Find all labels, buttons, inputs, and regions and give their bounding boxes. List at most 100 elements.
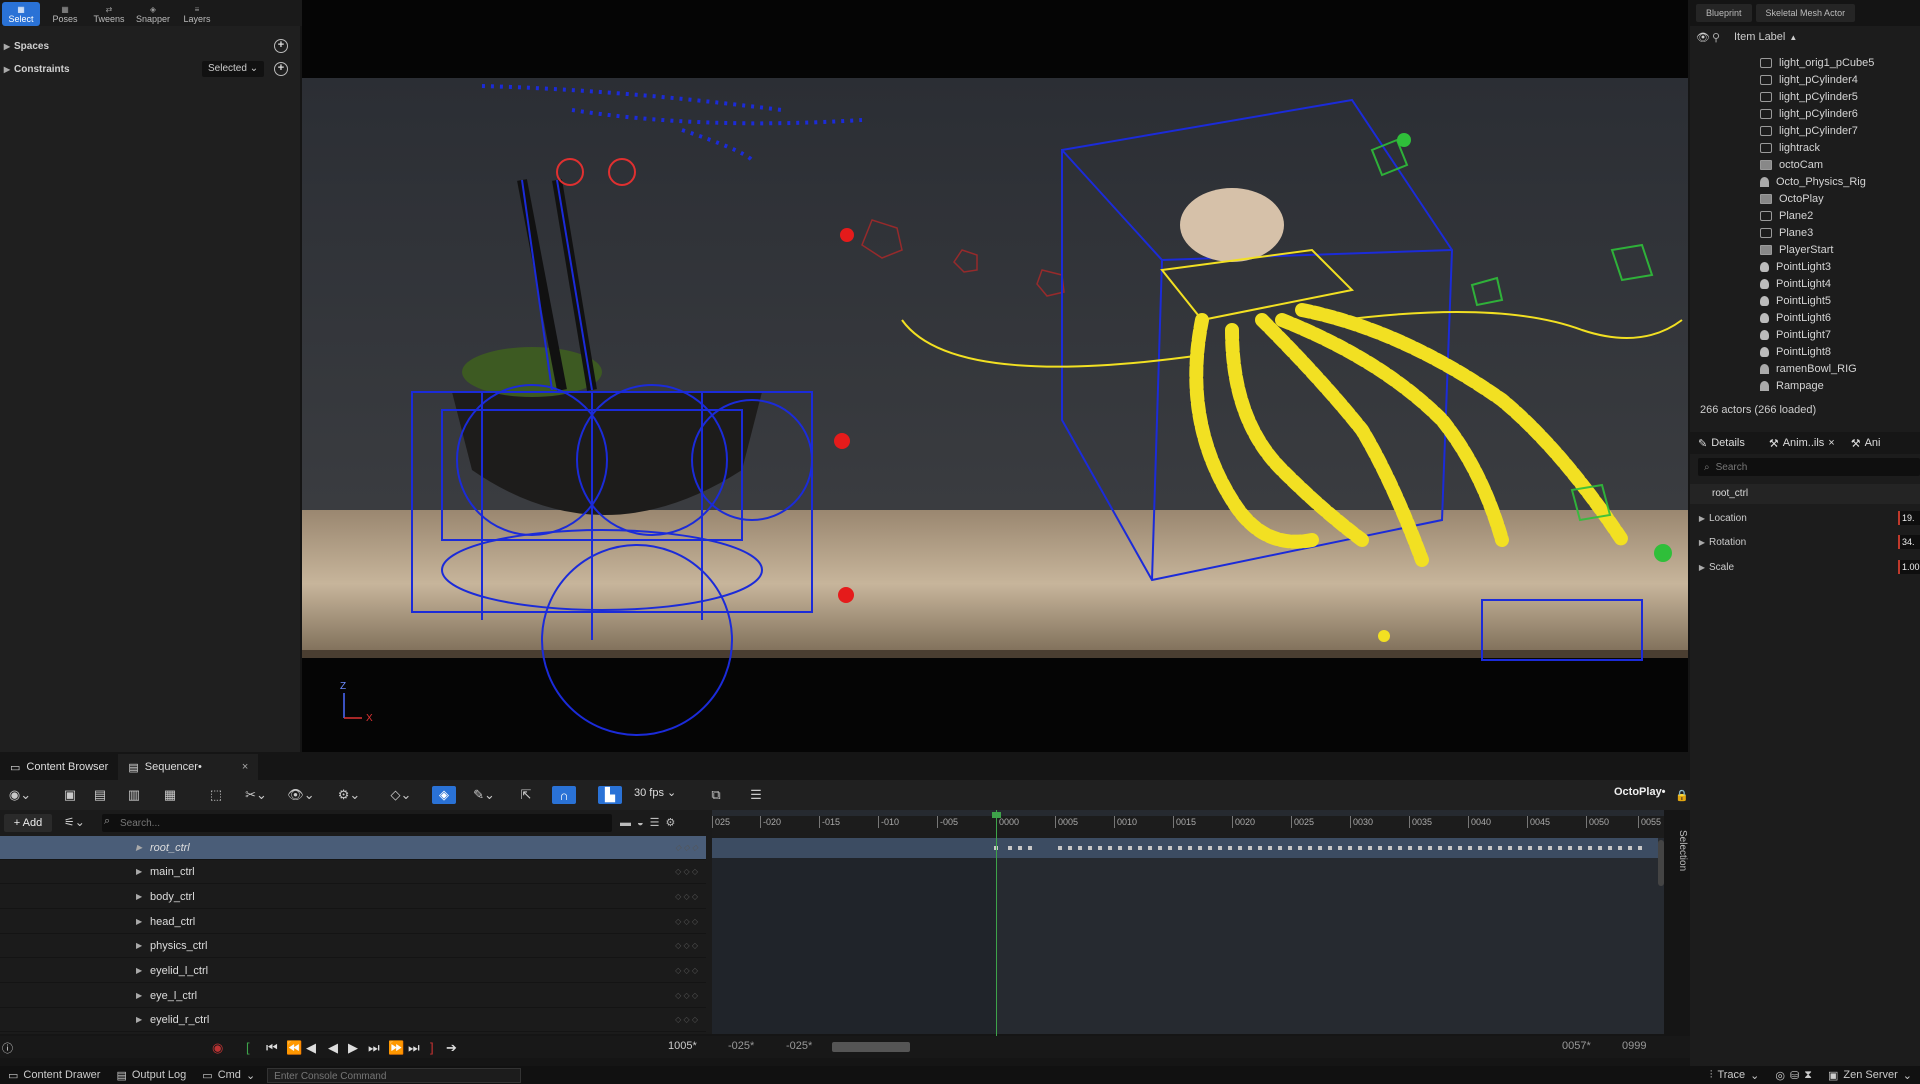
outliner-item[interactable]: lightrack (1760, 139, 1920, 156)
add-constraint-button[interactable]: + (274, 62, 288, 76)
outliner-item[interactable]: light_pCylinder6 (1760, 105, 1920, 122)
spaces-section[interactable]: ▶ Spaces + (0, 35, 300, 57)
key-nav-icons[interactable]: ◇ ◇ ◇ (675, 941, 698, 950)
loop-button[interactable]: ➔ (446, 1040, 457, 1056)
snap-magnet-icon[interactable]: ∩ (552, 786, 576, 804)
play-button[interactable]: ▶ (348, 1040, 358, 1056)
item-label-column[interactable]: Item Label (1734, 31, 1785, 43)
level-viewport[interactable]: Z X (302, 0, 1688, 752)
poses-mode-button[interactable]: ▦ Poses (46, 2, 84, 26)
layers-mode-button[interactable]: ≡ Layers (178, 2, 216, 26)
close-icon[interactable]: × (1828, 437, 1834, 449)
cursor-icon[interactable]: ⇱ (518, 786, 534, 804)
outliner-item[interactable]: PointLight7 (1760, 326, 1920, 343)
snap-frames-icon[interactable]: ▙ (598, 786, 622, 804)
outliner-item[interactable]: PointLight3 (1760, 258, 1920, 275)
outliner-item[interactable]: ramenBowl_RIG (1760, 360, 1920, 377)
previous-key-button[interactable]: ⏪ (286, 1040, 302, 1056)
trace-dropdown[interactable]: ⫶ Trace ⌄ (1702, 1069, 1768, 1082)
sequencer-tab[interactable]: ▤ Sequencer• × (118, 754, 259, 780)
selected-track-lane[interactable] (712, 838, 1658, 858)
edit-mode-icon[interactable]: ✎⌄ (470, 786, 498, 804)
track-row[interactable]: ▶ eyelid_l_ctrl ◇ ◇ ◇ (0, 959, 706, 983)
snapper-mode-button[interactable]: ◈ Snapper (134, 2, 172, 26)
pin-icon[interactable]: ⚲ (1712, 31, 1728, 44)
outliner-item[interactable]: light_pCylinder5 (1760, 88, 1920, 105)
filter-icon[interactable]: ⚟⌄ (64, 815, 85, 829)
curve-editor-icon[interactable]: ⬚ (208, 786, 224, 804)
view-start-field[interactable]: -025* (728, 1040, 754, 1052)
details-tab[interactable]: ✎ Details (1690, 437, 1753, 450)
key-nav-icons[interactable]: ◇ ◇ ◇ (675, 843, 698, 852)
key-nav-icons[interactable]: ◇ ◇ ◇ (675, 966, 698, 975)
select-mode-button[interactable]: ▦ Select (2, 2, 40, 26)
key-nav-icons[interactable]: ◇ ◇ ◇ (675, 917, 698, 926)
view-options-icon[interactable]: 👁⌄ (286, 786, 316, 804)
close-icon[interactable]: × (242, 761, 248, 773)
fps-dropdown[interactable]: 30 fps ⌄ (634, 786, 676, 799)
constraints-section[interactable]: ▶ Constraints Selected ⌄ + (0, 58, 300, 80)
outliner-item[interactable]: PointLight4 (1760, 275, 1920, 292)
render-movie-icon[interactable]: ▥ (126, 786, 142, 804)
outliner-item[interactable]: PointLight5 (1760, 292, 1920, 309)
outliner-item[interactable]: PlayerStart (1760, 241, 1920, 258)
list-options-icon[interactable]: ☰ (748, 786, 764, 804)
output-log-button[interactable]: ▤ Output Log (108, 1069, 194, 1082)
playback-start-field[interactable]: -025* (786, 1040, 812, 1052)
content-drawer-button[interactable]: ▭ Content Drawer (0, 1069, 108, 1082)
graph-icon[interactable]: ⧉ (708, 786, 724, 804)
anim-details-tab[interactable]: ⚒ Anim..ils × (1761, 437, 1843, 450)
console-command-input[interactable]: Enter Console Command (267, 1067, 522, 1083)
clapper-icon[interactable]: ▦ (160, 786, 180, 804)
playhead-handle[interactable] (992, 812, 1001, 818)
outliner-item[interactable]: light_orig1_pCube5 (1760, 54, 1920, 71)
details-search-input[interactable]: ⌕ Search (1698, 458, 1920, 476)
next-key-button[interactable]: ⏩ (388, 1040, 404, 1056)
jump-to-end-button[interactable]: ⏭ (408, 1040, 420, 1056)
playhead[interactable] (996, 810, 997, 1036)
save-icon[interactable]: ▣ (62, 786, 78, 804)
skeletal-mesh-actor-tab[interactable]: Skeletal Mesh Actor (1755, 4, 1856, 22)
timeline-vertical-scrollbar[interactable] (1658, 840, 1664, 886)
key-nav-icons[interactable]: ◇ ◇ ◇ (675, 892, 698, 901)
rotation-row[interactable]: ▶ Rotation 34. (1690, 531, 1920, 553)
timeline-horizontal-scrollbar[interactable] (832, 1042, 910, 1052)
play-reverse-button[interactable]: ◀ (328, 1040, 338, 1056)
playback-end-field[interactable]: 0999 (1622, 1040, 1646, 1052)
blueprint-tab[interactable]: Blueprint (1696, 4, 1752, 22)
outliner-item[interactable]: PointLight8 (1760, 343, 1920, 360)
playback-options-icon[interactable]: ⚙⌄ (334, 786, 364, 804)
outliner-item[interactable]: light_pCylinder4 (1760, 71, 1920, 88)
anim-tab-overflow[interactable]: ⚒ Ani (1843, 437, 1889, 450)
add-space-button[interactable]: + (274, 39, 288, 53)
record-button[interactable]: ◉ (212, 1040, 223, 1056)
status-icons[interactable]: ◎ ⛁ ⧗ (1767, 1069, 1820, 1082)
track-row[interactable]: ▶ main_ctrl ◇ ◇ ◇ (0, 860, 706, 884)
track-row[interactable]: ▶ head_ctrl ◇ ◇ ◇ (0, 910, 706, 934)
key-nav-icons[interactable]: ◇ ◇ ◇ (675, 991, 698, 1000)
track-view-options[interactable]: ▬◒☰⚙ (620, 816, 681, 829)
scale-row[interactable]: ▶ Scale 1.00 (1690, 556, 1920, 578)
view-end-field[interactable]: 0057* (1562, 1040, 1591, 1052)
outliner-item[interactable]: Plane3 (1760, 224, 1920, 241)
zen-server-dropdown[interactable]: ▣ Zen Server ⌄ (1820, 1069, 1920, 1082)
track-row[interactable]: ▶ physics_ctrl ◇ ◇ ◇ (0, 934, 706, 958)
track-search-input[interactable]: Search... (102, 814, 612, 832)
outliner-item[interactable]: light_pCylinder7 (1760, 122, 1920, 139)
find-in-browser-icon[interactable]: ▤ (92, 786, 108, 804)
tweens-mode-button[interactable]: ⇄ Tweens (90, 2, 128, 26)
tools-dropdown-icon[interactable]: ✂⌄ (242, 786, 270, 804)
key-nav-icons[interactable]: ◇ ◇ ◇ (675, 867, 698, 876)
outliner-item[interactable]: PointLight6 (1760, 309, 1920, 326)
scale-x-field[interactable]: 1.00 (1898, 560, 1920, 574)
key-nav-icons[interactable]: ◇ ◇ ◇ (675, 1015, 698, 1024)
rotation-x-field[interactable]: 34. (1898, 535, 1920, 549)
content-browser-tab[interactable]: ▭ Content Browser (0, 754, 118, 780)
outliner-item[interactable]: Plane2 (1760, 207, 1920, 224)
track-row[interactable]: ▶ eyelid_r_ctrl ◇ ◇ ◇ (0, 1008, 706, 1032)
track-row[interactable]: ▶ root_ctrl ◇ ◇ ◇ (0, 836, 706, 860)
previous-frame-button[interactable]: ◀︎ (306, 1040, 316, 1056)
info-icon[interactable]: ⓘ (2, 1040, 13, 1056)
next-frame-button[interactable]: ⏭ (368, 1040, 380, 1056)
time-ruler[interactable]: 025 -020 -015 -010 -005 0000 0005 0010 0… (712, 816, 1664, 838)
